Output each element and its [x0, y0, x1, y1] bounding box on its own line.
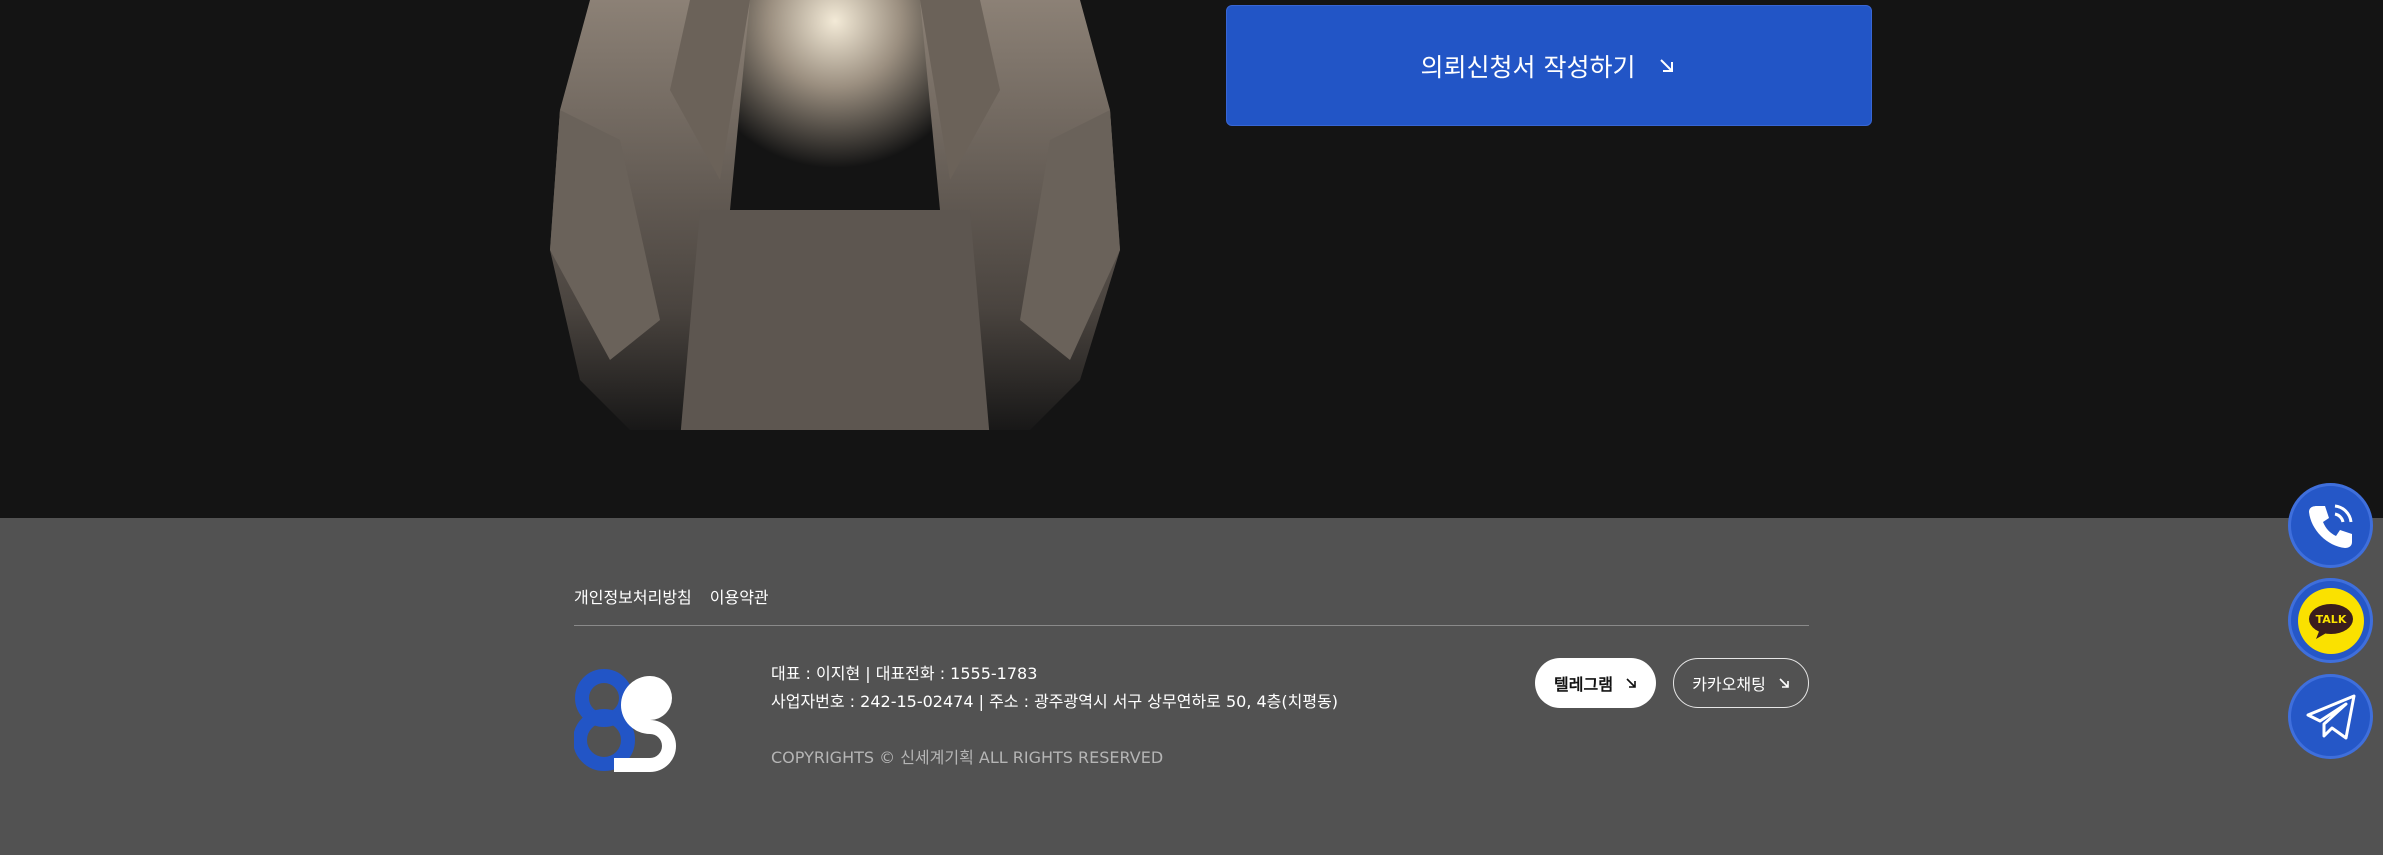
arrow-down-right-icon — [1626, 678, 1636, 688]
kakao-chat-button[interactable]: 카카오채팅 — [1673, 658, 1809, 708]
arrow-down-right-icon — [1779, 678, 1789, 688]
company-info-line1: 대표 : 이지현 | 대표전화 : 1555-1783 — [771, 664, 1038, 683]
floating-kakao-button[interactable]: TALK — [2288, 578, 2373, 663]
request-form-button[interactable]: 의뢰신청서 작성하기 — [1226, 5, 1872, 126]
footer-links: 개인정보처리방침 이용약관 — [574, 584, 769, 608]
company-info-line2: 사업자번호 : 242-15-02474 | 주소 : 광주광역시 서구 상무연… — [771, 692, 1339, 711]
floating-telegram-button[interactable] — [2288, 674, 2373, 759]
kakao-talk-icon: TALK — [2297, 587, 2364, 654]
telegram-label: 텔레그램 — [1554, 675, 1613, 694]
company-info: 대표 : 이지현 | 대표전화 : 1555-1783 사업자번호 : 242-… — [771, 660, 1338, 716]
floating-phone-button[interactable] — [2288, 483, 2373, 568]
kakao-chat-label: 카카오채팅 — [1692, 675, 1766, 694]
telegram-button[interactable]: 텔레그램 — [1535, 658, 1656, 708]
arrow-down-right-icon — [1660, 58, 1674, 72]
footer-divider — [574, 625, 1809, 626]
telegram-icon — [2306, 694, 2355, 739]
footer: 개인정보처리방침 이용약관 대표 : 이지현 | 대표전화 : 1555-178… — [0, 518, 2383, 855]
privacy-policy-link[interactable]: 개인정보처리방침 — [574, 584, 692, 608]
person-image — [520, 0, 1140, 518]
company-logo — [574, 669, 676, 772]
hero-section: 의뢰신청서 작성하기 — [0, 0, 2383, 518]
request-form-label: 의뢰신청서 작성하기 — [1420, 52, 1636, 82]
talk-label: TALK — [2315, 613, 2346, 626]
copyright-text: COPYRIGHTS © 신세계기획 ALL RIGHTS RESERVED — [771, 748, 1164, 767]
terms-link[interactable]: 이용약관 — [710, 584, 769, 608]
phone-icon — [2308, 504, 2352, 548]
